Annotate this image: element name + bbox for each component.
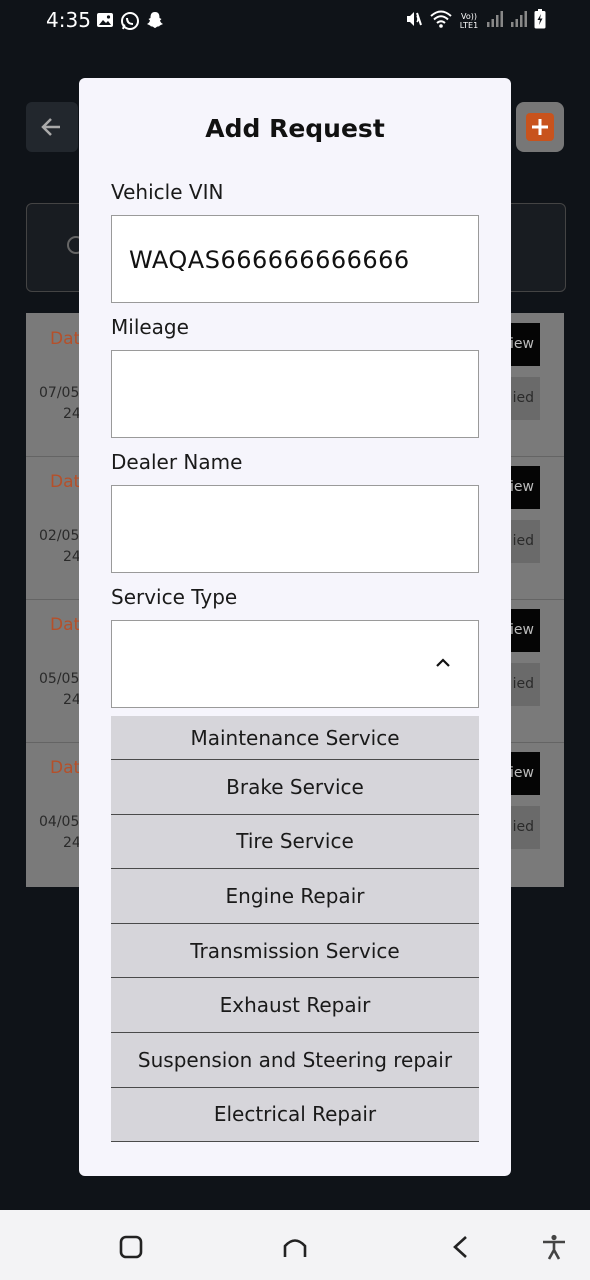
row-date: 02/05 24 bbox=[39, 528, 81, 565]
status-time: 4:35 bbox=[46, 8, 91, 32]
option-maintenance-service[interactable]: Maintenance Service bbox=[111, 716, 479, 760]
back-button[interactable] bbox=[26, 102, 78, 152]
mileage-input[interactable] bbox=[111, 350, 479, 438]
row-label: Dat bbox=[50, 758, 81, 778]
vin-value: WAQAS666666666666 bbox=[129, 246, 410, 274]
home-icon[interactable] bbox=[278, 1230, 312, 1264]
status-bar: 4:35 Vo)) LTE1 bbox=[0, 0, 590, 44]
plus-icon bbox=[526, 113, 554, 141]
option-transmission-service[interactable]: Transmission Service bbox=[111, 923, 479, 979]
service-type-select[interactable] bbox=[111, 620, 479, 708]
row-label: Dat bbox=[50, 329, 81, 349]
row-date: 04/05 24 bbox=[39, 814, 81, 851]
option-brake-service[interactable]: Brake Service bbox=[111, 760, 479, 815]
option-engine-repair[interactable]: Engine Repair bbox=[111, 869, 479, 924]
dialog-title: Add Request bbox=[205, 114, 385, 143]
battery-icon bbox=[534, 9, 546, 33]
add-request-dialog: Add Request Vehicle VIN WAQAS66666666666… bbox=[79, 78, 511, 1176]
snapchat-icon bbox=[146, 11, 164, 35]
row-label: Dat bbox=[50, 472, 81, 492]
navigation-bar bbox=[0, 1210, 590, 1280]
accessibility-icon[interactable] bbox=[537, 1230, 571, 1264]
wifi-icon bbox=[430, 9, 452, 33]
option-suspension-steering-repair[interactable]: Suspension and Steering repair bbox=[111, 1032, 479, 1088]
signal-icon bbox=[486, 10, 504, 32]
vin-input[interactable]: WAQAS666666666666 bbox=[111, 215, 479, 303]
volte-icon: Vo)) LTE1 bbox=[459, 12, 479, 30]
vin-label: Vehicle VIN bbox=[111, 180, 224, 204]
option-electrical-repair[interactable]: Electrical Repair bbox=[111, 1087, 479, 1143]
add-request-button[interactable] bbox=[516, 102, 564, 152]
image-icon bbox=[96, 11, 114, 35]
signal-icon bbox=[510, 10, 528, 32]
option-exhaust-repair[interactable]: Exhaust Repair bbox=[111, 978, 479, 1033]
back-icon[interactable] bbox=[444, 1230, 478, 1264]
arrow-left-icon bbox=[41, 118, 60, 136]
mileage-label: Mileage bbox=[111, 315, 189, 339]
row-date: 05/05 24 bbox=[39, 671, 81, 708]
row-date: 07/05 24 bbox=[39, 385, 81, 422]
service-type-label: Service Type bbox=[111, 585, 238, 609]
row-label: Dat bbox=[50, 615, 81, 635]
recents-icon[interactable] bbox=[114, 1230, 148, 1264]
chevron-up-icon bbox=[436, 658, 450, 667]
option-tire-service[interactable]: Tire Service bbox=[111, 814, 479, 870]
dealer-name-label: Dealer Name bbox=[111, 450, 243, 474]
dealer-name-input[interactable] bbox=[111, 485, 479, 573]
service-type-dropdown: Maintenance Service Brake Service Tire S… bbox=[111, 716, 479, 1143]
whatsapp-icon bbox=[120, 11, 140, 35]
mute-icon bbox=[404, 9, 424, 33]
